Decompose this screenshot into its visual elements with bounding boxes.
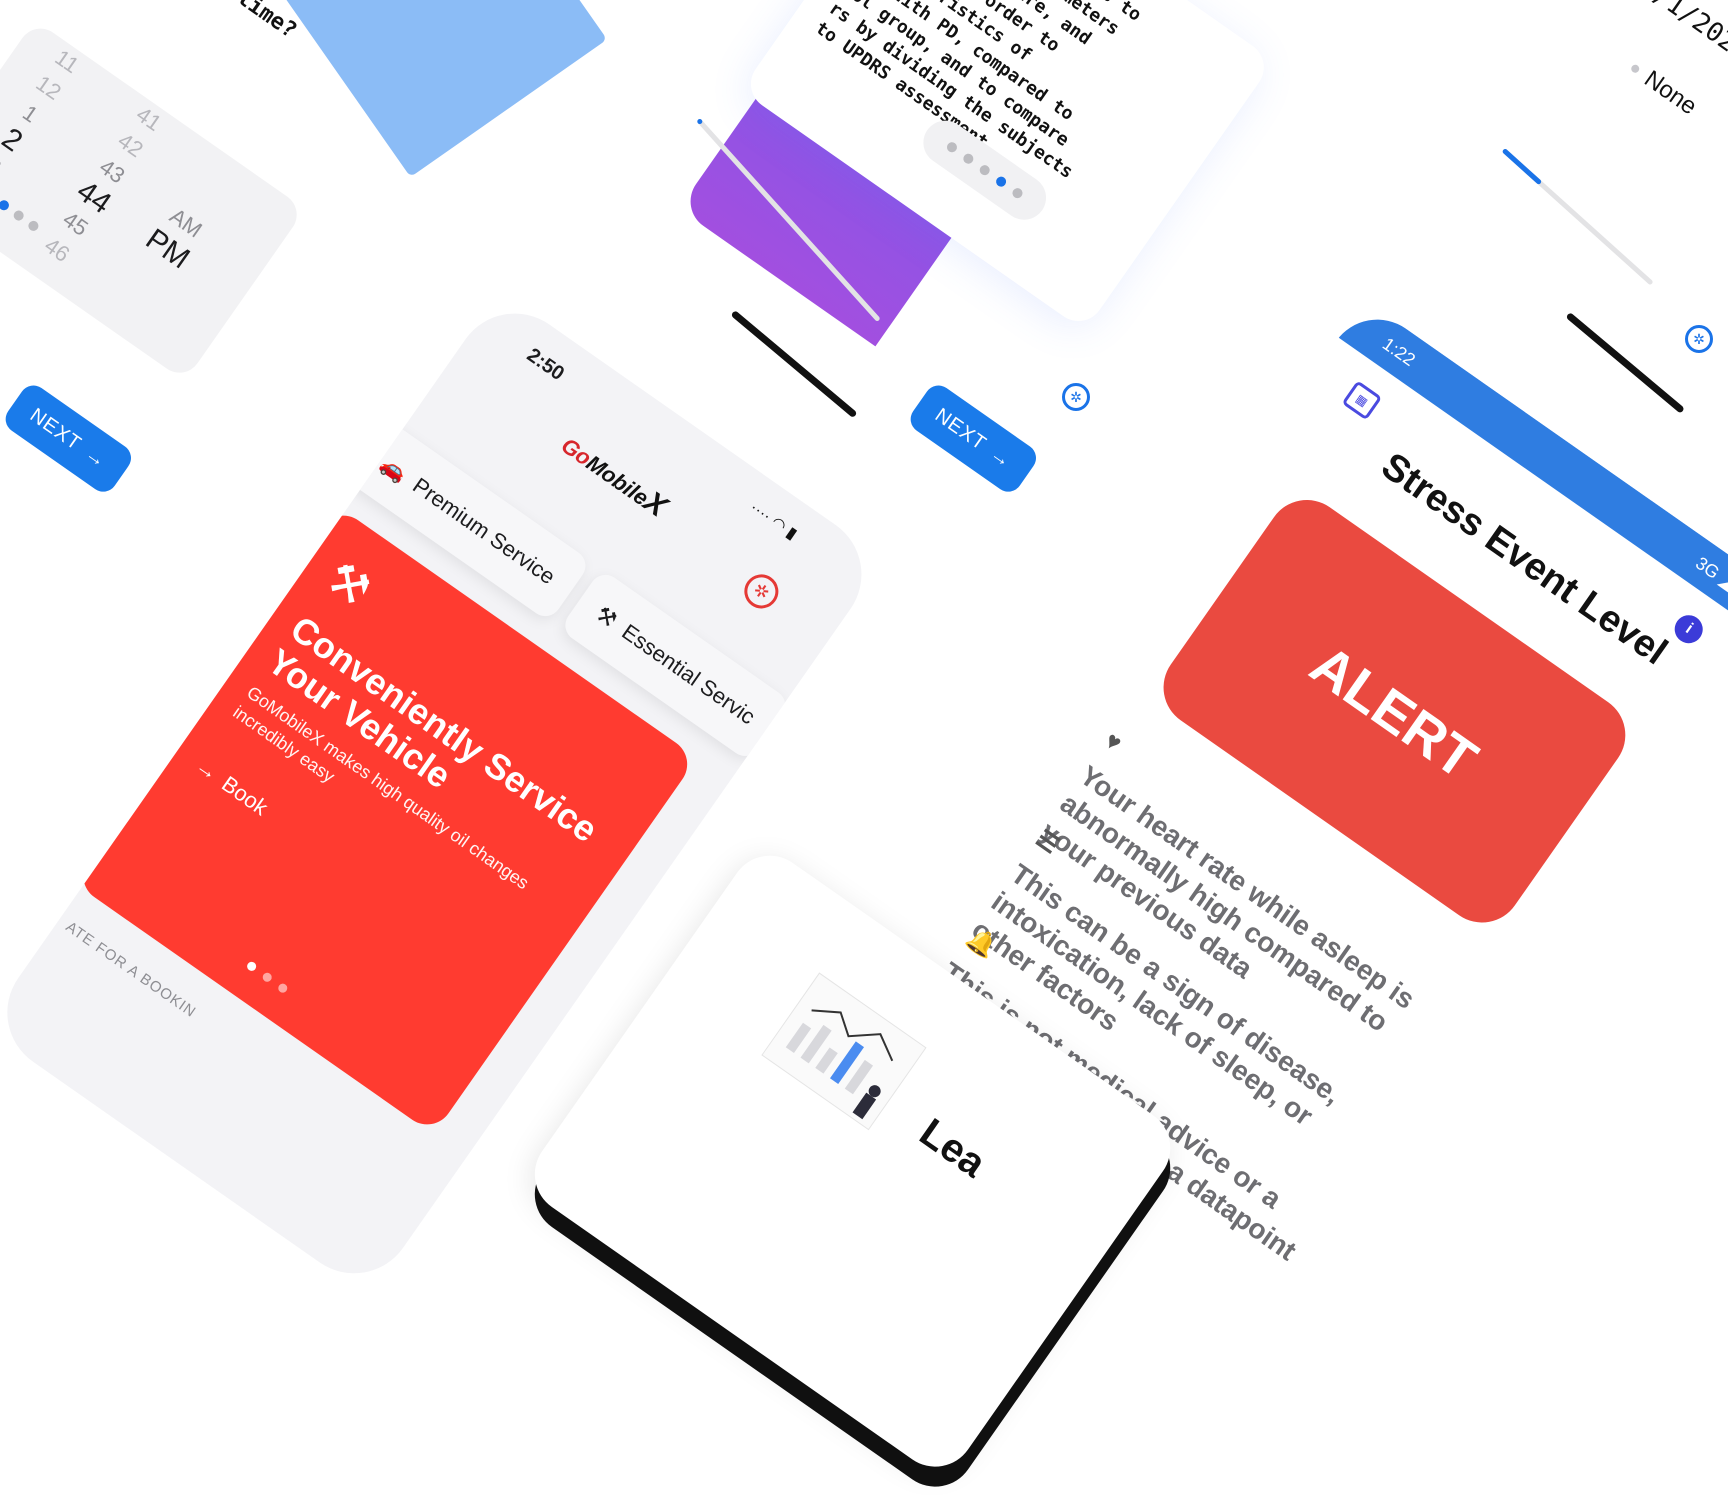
next-button-label: NEXT [26, 403, 86, 455]
time-picker[interactable]: 11 12 1 2 3 4 41 42 43 44 45 46 AM PM [0, 20, 306, 382]
signal-icon: ···· [746, 498, 775, 526]
progress-track[interactable] [1501, 148, 1654, 286]
pager-dot[interactable] [260, 971, 274, 984]
learn-title: Lea [911, 1110, 994, 1186]
decorative-tile [272, 0, 608, 178]
page-dot [961, 151, 976, 166]
option-label: None [1639, 65, 1702, 121]
tools-icon: ⚒ [591, 600, 622, 633]
radio-icon[interactable] [1629, 63, 1641, 75]
network-indicator: 3G ◢ ▮ [1692, 552, 1728, 602]
arrow-right-icon: → [191, 752, 224, 786]
page-dot-active [994, 174, 1009, 189]
book-label: Book [217, 771, 273, 821]
status-time: 1:22 [1379, 333, 1420, 370]
option-none[interactable]: None [1624, 55, 1702, 121]
next-button-label: NEXT [931, 403, 991, 455]
next-button[interactable]: NEXT → [0, 380, 137, 498]
date-value: /1/202 [1647, 0, 1728, 59]
info-icon[interactable]: i [1669, 609, 1709, 649]
pager-dot-active[interactable] [245, 960, 258, 973]
settings-gear-icon[interactable]: ✲ [1685, 325, 1713, 353]
calendar-icon[interactable]: ▦ [1341, 380, 1383, 421]
status-time: 2:50 [522, 344, 569, 386]
page-dot [944, 140, 959, 155]
battery-icon: ▮ [782, 524, 800, 544]
page-dot-active [0, 198, 12, 213]
arrow-right-icon: → [986, 442, 1017, 473]
page-dot [1010, 186, 1025, 201]
page-dot [977, 163, 992, 178]
pager-dot[interactable] [276, 982, 289, 995]
period-column[interactable]: AM PM [134, 193, 220, 280]
settings-gear-icon[interactable]: ✲ [1062, 383, 1090, 411]
next-button[interactable]: NEXT → [905, 380, 1042, 498]
page-dot [26, 218, 41, 233]
tab-label: Essential Servic [617, 619, 760, 730]
page-dot [11, 208, 26, 223]
scroll-indicator[interactable] [1565, 312, 1685, 414]
network-type: 3G [1692, 552, 1724, 583]
gomobilex-logo: GoMobileX [555, 428, 673, 525]
scroll-indicator[interactable] [730, 310, 858, 419]
chart-illustration-icon [761, 972, 927, 1131]
question-heading: t time? [210, 0, 301, 44]
hero-pager [243, 957, 300, 1004]
logo-mobile: Mobile [581, 450, 654, 511]
status-icons: ···· ◠ ▮ [746, 497, 801, 544]
arrow-right-icon: → [81, 442, 112, 473]
settings-gear-icon[interactable]: ✲ [737, 567, 786, 616]
progress-fill [696, 118, 704, 126]
progress-fill [1501, 148, 1543, 186]
car-icon: 🚗 [376, 450, 413, 487]
